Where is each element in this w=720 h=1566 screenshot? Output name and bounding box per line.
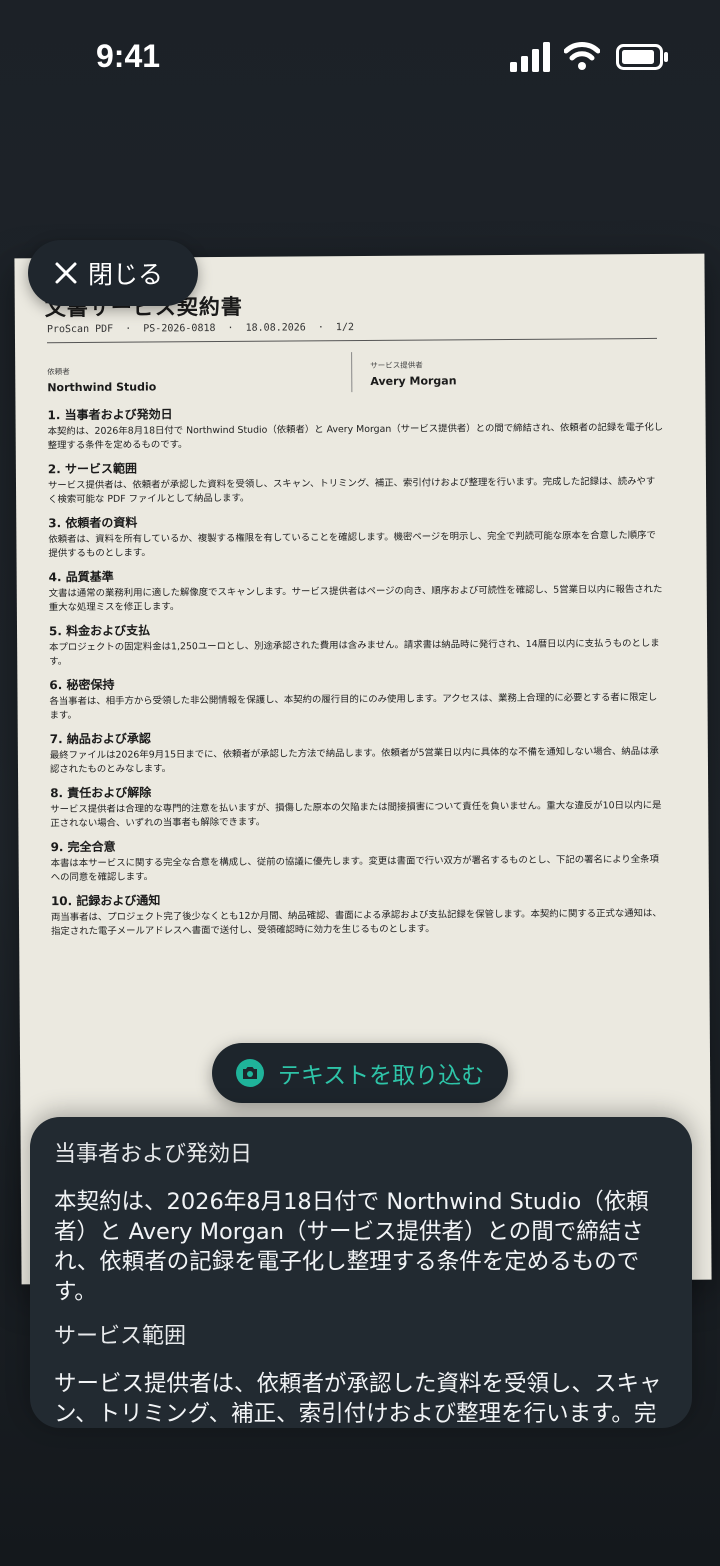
- clause-body: 最終ファイルは2026年9月15日までに、依頼者が承認した方法で納品します。依頼…: [49, 745, 659, 775]
- provider-name: Avery Morgan: [370, 374, 457, 388]
- client-name: Northwind Studio: [47, 380, 157, 395]
- clause-body: 本プロジェクトの固定料金は1,250ユーロとし、別途承認された費用は含みません。…: [49, 637, 660, 667]
- clause-title: 10. 記録および通知: [50, 893, 161, 909]
- clause-body: サービス提供者は合理的な専門的注意を払いますが、損傷した原本の欠陥または間接損害…: [50, 799, 662, 829]
- clause: 8. 責任および解除 サービス提供者は合理的な専門的注意を払いますが、損傷した原本…: [50, 781, 666, 830]
- extracted-heading: 当事者および発効日: [54, 1142, 253, 1167]
- clause: 5. 料金および支払 本プロジェクトの固定料金は1,250ユーロとし、別途承認され…: [49, 619, 665, 668]
- clause-title: 3. 依頼者の資料: [48, 515, 138, 531]
- capture-text-button[interactable]: テキストを取り込む: [212, 1043, 508, 1103]
- extracted-text-content: 当事者および発効日 本契約は、2026年8月18日付で Northwind St…: [54, 1137, 674, 1428]
- capture-text-label: テキストを取り込む: [277, 1063, 485, 1089]
- clause-body: 各当事者は、相手方から受領した非公開情報を保護し、本契約の履行目的にのみ使用しま…: [49, 691, 658, 721]
- wifi-icon: [564, 42, 600, 70]
- clause-body: 依頼者は、資料を所有しているか、複製する権限を有していることを確認します。機密ペ…: [48, 529, 656, 559]
- clause: 10. 記録および通知 両当事者は、プロジェクト完了後少なくとも12か月間、納品確…: [51, 889, 667, 938]
- clause-title: 8. 責任および解除: [50, 785, 152, 801]
- clause-body: 両当事者は、プロジェクト完了後少なくとも12か月間、納品確認、書面による承認およ…: [50, 907, 662, 937]
- clause-body: サービス提供者は、依頼者が承認した資料を受領し、スキャン、トリミング、補正、索引…: [47, 475, 656, 505]
- clause: 2. サービス範囲 サービス提供者は、依頼者が承認した資料を受領し、スキャン、トリ…: [48, 457, 664, 506]
- extracted-heading: サービス範囲: [54, 1324, 187, 1349]
- clause-title: 7. 納品および承認: [49, 731, 151, 747]
- clause-list: 1. 当事者および発効日 本契約は、2026年8月18日付で Northwind …: [47, 403, 667, 947]
- clause-title: 4. 品質基準: [48, 569, 114, 585]
- cellular-signal-icon: [510, 42, 550, 72]
- clause-title: 9. 完全合意: [50, 839, 116, 855]
- close-button[interactable]: 閉じる: [28, 240, 198, 306]
- close-button-label: 閉じる: [88, 260, 164, 289]
- camera-icon: [235, 1059, 264, 1087]
- client-label: 依頼者: [47, 367, 70, 377]
- document-divider: [47, 337, 658, 344]
- clause-body: 文書は通常の業務利用に適した解像度でスキャンします。サービス提供者はページの向き…: [48, 583, 663, 613]
- clause-body: 本書は本サービスに関する完全な合意を構成し、従前の協議に優先します。変更は書面で…: [50, 853, 659, 883]
- clause: 3. 依頼者の資料 依頼者は、資料を所有しているか、複製する権限を有していることを…: [48, 511, 664, 560]
- clause: 4. 品質基準 文書は通常の業務利用に適した解像度でスキャンします。サービス提供者…: [49, 565, 665, 614]
- clause-title: 1. 当事者および発効日: [47, 407, 173, 423]
- provider-label: サービス提供者: [370, 360, 423, 370]
- party-divider: [351, 352, 353, 393]
- client-party: 依頼者 Northwind Studio: [47, 365, 156, 394]
- close-icon: [55, 262, 77, 284]
- clause-title: 2. サービス範囲: [47, 461, 138, 477]
- provider-party: サービス提供者 Avery Morgan: [370, 359, 456, 388]
- status-time: 9:41: [96, 38, 161, 74]
- status-bar: 9:41: [0, 0, 720, 110]
- extracted-paragraph: サービス提供者は、依頼者が承認した資料を受領し、スキャン、トリミング、補正、索引…: [54, 1371, 662, 1427]
- battery-icon: [616, 44, 668, 70]
- clause: 1. 当事者および発効日 本契約は、2026年8月18日付で Northwind …: [47, 403, 663, 452]
- extracted-text-panel[interactable]: 当事者および発効日 本契約は、2026年8月18日付で Northwind St…: [30, 1117, 692, 1428]
- clause-title: 5. 料金および支払: [48, 623, 151, 639]
- clause-title: 6. 秘密保持: [49, 677, 115, 693]
- clause: 9. 完全合意 本書は本サービスに関する完全な合意を構成し、従前の協議に優先します…: [50, 835, 666, 884]
- clause: 7. 納品および承認 最終ファイルは2026年9月15日までに、依頼者が承認した方…: [50, 727, 666, 776]
- extracted-paragraph: 本契約は、2026年8月18日付で Northwind Studio（依頼者）と…: [54, 1189, 649, 1305]
- document-meta: ProScan PDF · PS-2026-0818 · 18.08.2026 …: [46, 322, 355, 336]
- clause: 6. 秘密保持 各当事者は、相手方から受領した非公開情報を保護し、本契約の履行目的…: [49, 673, 665, 722]
- clause-body: 本契約は、2026年8月18日付で Northwind Studio（依頼者）と…: [47, 421, 664, 451]
